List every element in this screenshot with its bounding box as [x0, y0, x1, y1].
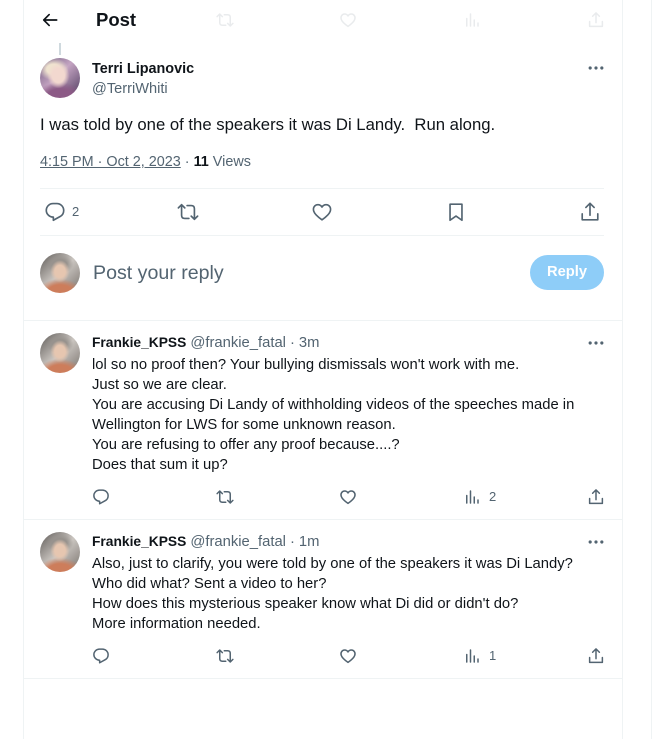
reply-text-line: Just so we are clear.	[92, 377, 227, 393]
reply-time[interactable]: 3m	[299, 335, 320, 351]
reply-icon	[92, 647, 110, 665]
backdrop-retweet-icon	[216, 11, 234, 29]
reply-text-line: You are accusing Di Landy of withholding…	[92, 397, 575, 413]
backdrop-like-icon	[339, 11, 357, 29]
like-action-button[interactable]	[311, 201, 333, 223]
views-count: 1	[489, 648, 497, 663]
back-arrow-icon	[42, 13, 58, 27]
reply-action-button[interactable]	[92, 488, 110, 506]
page-title: Post	[96, 9, 137, 30]
thread-connector	[59, 43, 61, 55]
tweet-more-button[interactable]	[586, 58, 606, 78]
back-button[interactable]	[38, 8, 62, 32]
reply-text-line: Wellington for LWS for some unknown reas…	[92, 417, 396, 433]
author-name[interactable]: Terri Lipanovic	[92, 60, 194, 78]
divider	[24, 678, 622, 679]
reply-text-line: lol so no proof then? Your bullying dism…	[92, 357, 520, 373]
reply-author-handle[interactable]: @frankie_fatal	[190, 534, 286, 550]
reply-text-line: How does this mysterious speaker know wh…	[92, 596, 519, 612]
reply-count: 2	[72, 204, 80, 219]
views-label: Views	[212, 154, 251, 170]
share-action-button[interactable]	[587, 647, 605, 665]
reply-header: Frankie_KPSS @frankie_fatal · 1m	[92, 533, 319, 551]
bookmark-icon	[445, 201, 467, 223]
share-action-button[interactable]	[587, 488, 605, 506]
author-avatar[interactable]	[40, 58, 80, 98]
like-icon	[339, 647, 357, 665]
like-icon	[339, 488, 357, 506]
reply-text-line: More information needed.	[92, 616, 261, 632]
views-icon	[463, 647, 481, 665]
divider	[40, 235, 604, 236]
backdrop-views-icon	[463, 11, 481, 29]
reply-icon	[44, 201, 66, 223]
retweet-action-button[interactable]	[216, 647, 234, 665]
divider	[24, 320, 622, 321]
views-action-button[interactable]: 1	[463, 647, 496, 665]
views-icon	[463, 488, 481, 506]
column-border-right	[622, 0, 623, 739]
like-action-button[interactable]	[339, 647, 357, 665]
reply-header: Frankie_KPSS @frankie_fatal · 3m	[92, 334, 319, 352]
retweet-action-button[interactable]	[177, 201, 199, 223]
divider	[40, 188, 604, 189]
retweet-icon	[216, 647, 234, 665]
reply-author-name[interactable]: Frankie_KPSS	[92, 534, 186, 549]
more-icon	[586, 58, 606, 78]
share-icon	[587, 647, 605, 665]
reply-input[interactable]	[93, 259, 513, 287]
reply-text: lol so no proof then? Your bullying dism…	[92, 355, 604, 475]
submit-reply-button[interactable]: Reply	[530, 255, 604, 290]
backdrop-share-icon	[587, 11, 605, 29]
reply-more-button[interactable]	[586, 333, 606, 353]
reply-icon	[92, 488, 110, 506]
composer-avatar[interactable]	[40, 253, 80, 293]
timestamp-link[interactable]: 4:15 PM · Oct 2, 2023	[40, 154, 181, 170]
tweet-meta: 4:15 PM · Oct 2, 2023 · 11 Views	[40, 153, 251, 171]
share-action-button[interactable]	[579, 201, 601, 223]
like-action-button[interactable]	[339, 488, 357, 506]
reply-separator: ·	[289, 335, 295, 351]
more-icon	[586, 532, 606, 552]
reply-author-handle[interactable]: @frankie_fatal	[190, 335, 286, 351]
retweet-action-button[interactable]	[216, 488, 234, 506]
reply-text-line: Does that sum it up?	[92, 457, 228, 473]
meta-separator: ·	[184, 154, 190, 170]
divider	[24, 519, 622, 520]
reply-action-button[interactable]: 2	[44, 201, 79, 223]
reply-text: Also, just to clarify, you were told by …	[92, 554, 604, 634]
views-count: 11	[193, 154, 209, 170]
more-icon	[586, 333, 606, 353]
column-border-left	[23, 0, 24, 739]
reply-avatar[interactable]	[40, 333, 80, 373]
side-panel-edge	[651, 0, 652, 739]
reply-avatar[interactable]	[40, 532, 80, 572]
reply-time[interactable]: 1m	[299, 534, 320, 550]
tweet-text: I was told by one of the speakers it was…	[40, 115, 496, 134]
reply-action-button[interactable]	[92, 647, 110, 665]
submit-reply-label: Reply	[547, 264, 587, 280]
retweet-icon	[177, 201, 199, 223]
reply-text-line: You are refusing to offer any proof beca…	[92, 437, 400, 453]
like-icon	[311, 201, 333, 223]
author-handle[interactable]: @TerriWhiti	[92, 80, 168, 98]
views-action-button[interactable]: 2	[463, 488, 496, 506]
share-icon	[587, 488, 605, 506]
reply-more-button[interactable]	[586, 532, 606, 552]
bookmark-action-button[interactable]	[445, 201, 467, 223]
reply-author-name[interactable]: Frankie_KPSS	[92, 335, 186, 350]
reply-text-line: Also, just to clarify, you were told by …	[92, 556, 573, 572]
share-icon	[579, 201, 601, 223]
retweet-icon	[216, 488, 234, 506]
views-count: 2	[489, 489, 497, 504]
reply-separator: ·	[289, 534, 295, 550]
reply-text-line: Who did what? Sent a video to her?	[92, 576, 327, 592]
